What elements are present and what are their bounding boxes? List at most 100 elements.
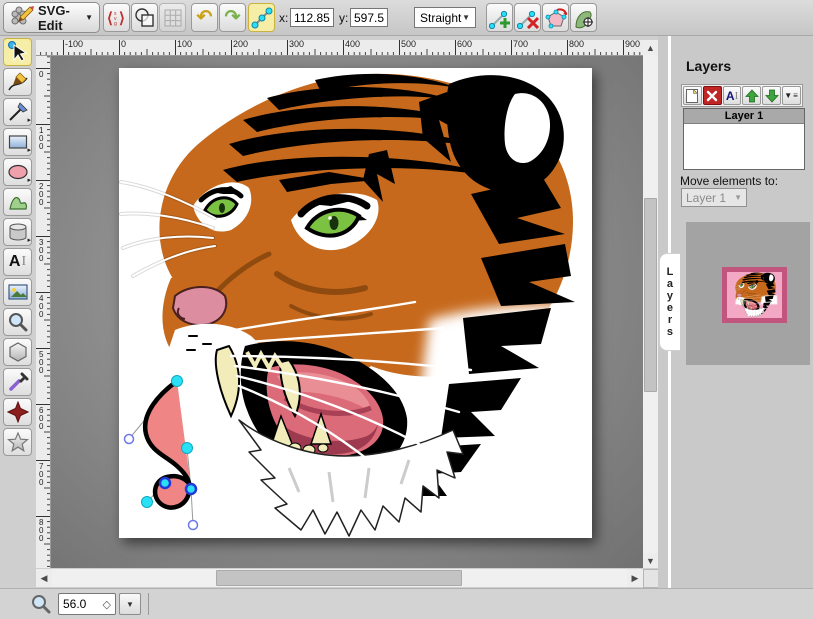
scroll-up-icon: ▲ [646,43,655,53]
horizontal-scroll-thumb[interactable] [216,570,462,586]
zoom-tool-button[interactable] [3,308,32,336]
flyout-arrow-icon: ▸ [27,117,31,124]
undo-icon: ↶ [197,6,213,29]
v-ruler-label: 3 0 0 [39,239,43,263]
shape-library-cylinder-button[interactable]: ▸ [3,218,32,246]
layer-thumbnail[interactable] [722,267,787,323]
scroll-right-button[interactable]: ▶ [627,569,643,587]
flyout-arrow-icon: ▸ [27,147,31,154]
eyedropper-tool-button[interactable] [3,368,32,396]
v-ruler-label: 4 0 0 [39,295,43,319]
zoom-level-value: 56.0 [63,597,86,611]
v-ruler-label: 7 0 0 [39,463,43,487]
scroll-down-icon: ▼ [646,556,655,566]
open-path-button[interactable] [542,3,569,32]
zoom-spinner-icon[interactable]: ◇ [103,598,111,611]
scroll-left-button[interactable]: ◀ [36,569,52,587]
top-toolbar: SVG-Edit ▼ ⟨ ⟩ s v g [0,0,813,36]
path-node-selected[interactable] [160,478,170,488]
scroll-up-button[interactable]: ▲ [643,40,658,55]
delete-layer-button[interactable] [703,86,722,105]
bottom-bar: 56.0 ◇ ▼ [0,588,813,619]
new-layer-button[interactable] [683,86,702,105]
segment-type-select[interactable]: Straight ▼ [414,7,476,28]
svg-text:g: g [114,21,117,27]
image-tool-button[interactable] [3,278,32,306]
arrow-up-icon [745,89,759,103]
redo-icon: ↷ [225,6,241,29]
path-node[interactable] [142,497,153,508]
v-ruler-label: 6 0 0 [39,407,43,431]
vertical-ruler: 01 0 02 0 03 0 04 0 05 0 06 0 07 0 08 0 … [36,56,51,568]
layer-row-layer1[interactable]: Layer 1 [684,109,804,124]
text-tool-button[interactable]: A I [3,248,32,276]
delete-node-button[interactable] [514,3,541,32]
layers-panel-title: Layers [686,58,731,74]
zoom-level-input[interactable]: 56.0 ◇ [58,593,116,615]
control-point[interactable] [125,435,134,444]
h-ruler-label: 200 [233,40,248,49]
source-editor-button[interactable]: ⟨ ⟩ s v g [103,3,130,32]
ellipse-tool-button[interactable]: ▸ [3,158,32,186]
select-tool-button[interactable] [3,38,32,66]
h-ruler-label: 300 [289,40,304,49]
y-coordinate-input[interactable] [350,8,388,27]
add-subpath-button[interactable] [570,3,597,32]
wireframe-mode-button[interactable] [131,3,158,32]
rename-cursor-icon: I [735,90,739,102]
polygon-tool-button[interactable] [3,338,32,366]
scroll-left-icon: ◀ [41,573,48,584]
star-icon [7,431,29,453]
main-menu-button[interactable]: SVG-Edit ▼ [3,2,100,33]
scroll-down-button[interactable]: ▼ [643,553,658,568]
node-link-icon [251,7,273,29]
segment-type-arrow-icon: ▼ [462,13,470,22]
x-coordinate-input[interactable] [290,8,334,27]
path-node[interactable] [182,443,193,454]
link-control-points-toggle[interactable] [248,3,275,32]
h-ruler-label: -100 [65,40,83,49]
menu-dropdown-arrow-icon: ▼ [85,13,93,22]
zoom-dropdown-button[interactable]: ▼ [119,593,141,615]
cylinder-icon [7,221,29,243]
select-cursor-icon [7,41,29,63]
move-layer-up-button[interactable] [742,86,761,105]
vertical-scroll-thumb[interactable] [644,198,657,392]
ellipse-icon [7,161,29,183]
redo-button[interactable]: ↷ [219,3,246,32]
move-elements-value: Layer 1 [686,191,726,205]
rename-layer-button[interactable]: A I [723,86,742,105]
shape-library-tool-button[interactable] [3,398,32,426]
move-layer-down-button[interactable] [762,86,781,105]
undo-button[interactable]: ↶ [191,3,218,32]
move-elements-select[interactable]: Layer 1 ▼ [681,188,747,207]
star-tool-button[interactable] [3,428,32,456]
canvas-workarea[interactable] [51,56,643,568]
add-node-button[interactable] [486,3,513,32]
line-tool-button[interactable]: ▸ [3,98,32,126]
v-ruler-label: 1 0 0 [39,127,43,151]
maroon-star-icon [7,401,29,423]
horizontal-ruler: -10001002003004005006007008009001000 [36,40,658,56]
grid-button[interactable] [159,3,186,32]
pencil-tool-button[interactable] [3,68,32,96]
hexagon-icon [7,341,29,363]
control-point[interactable] [189,521,198,530]
delete-layer-x-icon [706,90,718,102]
v-ruler-label: 0 [39,71,43,79]
zoom-dropdown-arrow-icon: ▼ [126,600,134,609]
h-ruler-label: 600 [457,40,472,49]
line-pen-icon [7,101,29,123]
layers-panel-tab[interactable]: L a y e r s [659,253,680,351]
layer-options-menu-button[interactable]: ▼≡ [782,86,801,105]
path-node[interactable] [172,376,183,387]
new-layer-icon [685,88,700,104]
bottom-separator [148,593,149,615]
path-tool-button[interactable] [3,188,32,216]
h-ruler-label: 100 [177,40,192,49]
rectangle-tool-button[interactable]: ▸ [3,128,32,156]
drawing-canvas[interactable] [119,68,592,538]
eyedropper-icon [7,371,29,393]
flyout-arrow-icon: ▸ [27,237,31,244]
path-node-selected[interactable] [186,484,196,494]
